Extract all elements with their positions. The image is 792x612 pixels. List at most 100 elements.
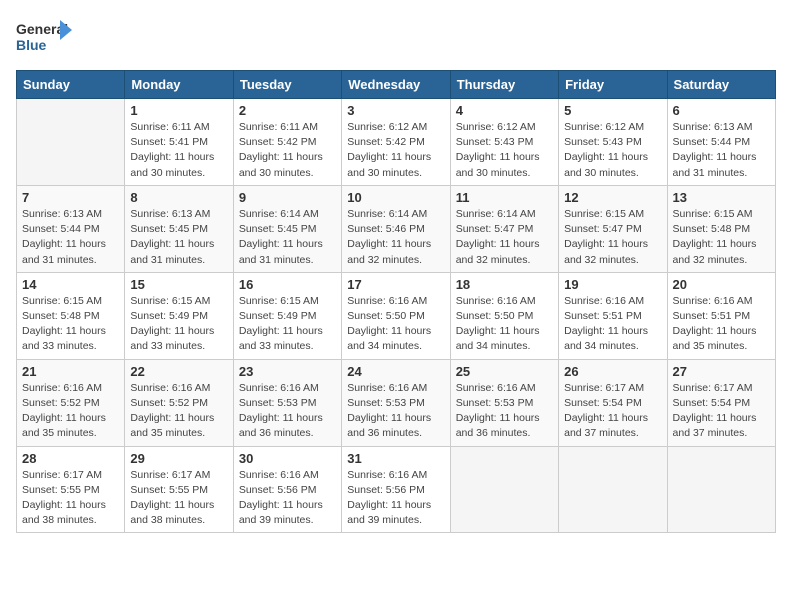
day-cell: 25Sunrise: 6:16 AM Sunset: 5:53 PM Dayli… [450, 359, 558, 446]
day-detail: Sunrise: 6:16 AM Sunset: 5:53 PM Dayligh… [347, 381, 444, 442]
day-detail: Sunrise: 6:13 AM Sunset: 5:44 PM Dayligh… [673, 120, 770, 181]
day-number: 9 [239, 190, 336, 205]
week-row-2: 7Sunrise: 6:13 AM Sunset: 5:44 PM Daylig… [17, 185, 776, 272]
day-detail: Sunrise: 6:16 AM Sunset: 5:50 PM Dayligh… [456, 294, 553, 355]
day-detail: Sunrise: 6:17 AM Sunset: 5:54 PM Dayligh… [564, 381, 661, 442]
day-number: 17 [347, 277, 444, 292]
day-detail: Sunrise: 6:14 AM Sunset: 5:47 PM Dayligh… [456, 207, 553, 268]
day-cell [450, 446, 558, 533]
day-detail: Sunrise: 6:14 AM Sunset: 5:46 PM Dayligh… [347, 207, 444, 268]
calendar-table: SundayMondayTuesdayWednesdayThursdayFrid… [16, 70, 776, 533]
col-header-sunday: Sunday [17, 71, 125, 99]
column-headers: SundayMondayTuesdayWednesdayThursdayFrid… [17, 71, 776, 99]
day-number: 31 [347, 451, 444, 466]
week-row-4: 21 Sunrise: 6:16 AM Sunset: 5:52 PM Dayli… [17, 359, 776, 446]
day-cell: 12Sunrise: 6:15 AM Sunset: 5:47 PM Dayli… [559, 185, 667, 272]
day-cell [17, 99, 125, 186]
col-header-wednesday: Wednesday [342, 71, 450, 99]
day-number: 10 [347, 190, 444, 205]
day-number: 22 [130, 364, 227, 379]
day-number: 26 [564, 364, 661, 379]
col-header-friday: Friday [559, 71, 667, 99]
day-detail: Sunrise: 6:16 AM Sunset: 5:53 PM Dayligh… [239, 381, 336, 442]
day-number: 23 [239, 364, 336, 379]
day-detail: Sunrise: 6:17 AM Sunset: 5:54 PM Dayligh… [673, 381, 770, 442]
day-number: 25 [456, 364, 553, 379]
day-number: 2 [239, 103, 336, 118]
svg-text:Blue: Blue [16, 37, 47, 53]
day-number: 29 [130, 451, 227, 466]
day-detail: Sunrise: 6:17 AM Sunset: 5:55 PM Dayligh… [130, 468, 227, 529]
day-cell: 15 Sunrise: 6:15 AM Sunset: 5:49 PM Dayli… [125, 272, 233, 359]
day-number: 27 [673, 364, 770, 379]
day-cell: 1 Sunrise: 6:11 AM Sunset: 5:41 PM Daylig… [125, 99, 233, 186]
day-cell: 20 Sunrise: 6:16 AM Sunset: 5:51 PM Dayli… [667, 272, 775, 359]
page-header: GeneralBlue [16, 16, 776, 58]
day-cell: 10 Sunrise: 6:14 AM Sunset: 5:46 PM Dayli… [342, 185, 450, 272]
day-cell: 26 Sunrise: 6:17 AM Sunset: 5:54 PM Dayli… [559, 359, 667, 446]
day-number: 30 [239, 451, 336, 466]
day-cell: 9Sunrise: 6:14 AM Sunset: 5:45 PM Daylig… [233, 185, 341, 272]
day-cell [667, 446, 775, 533]
day-detail: Sunrise: 6:16 AM Sunset: 5:51 PM Dayligh… [564, 294, 661, 355]
day-detail: Sunrise: 6:16 AM Sunset: 5:50 PM Dayligh… [347, 294, 444, 355]
day-cell: 6 Sunrise: 6:13 AM Sunset: 5:44 PM Daylig… [667, 99, 775, 186]
week-row-5: 28 Sunrise: 6:17 AM Sunset: 5:55 PM Dayli… [17, 446, 776, 533]
day-detail: Sunrise: 6:15 AM Sunset: 5:48 PM Dayligh… [22, 294, 119, 355]
day-cell: 27 Sunrise: 6:17 AM Sunset: 5:54 PM Dayli… [667, 359, 775, 446]
day-cell: 7Sunrise: 6:13 AM Sunset: 5:44 PM Daylig… [17, 185, 125, 272]
day-number: 20 [673, 277, 770, 292]
day-detail: Sunrise: 6:17 AM Sunset: 5:55 PM Dayligh… [22, 468, 119, 529]
day-cell: 5Sunrise: 6:12 AM Sunset: 5:43 PM Daylig… [559, 99, 667, 186]
day-detail: Sunrise: 6:16 AM Sunset: 5:51 PM Dayligh… [673, 294, 770, 355]
week-row-3: 14 Sunrise: 6:15 AM Sunset: 5:48 PM Dayli… [17, 272, 776, 359]
day-cell: 28 Sunrise: 6:17 AM Sunset: 5:55 PM Dayli… [17, 446, 125, 533]
day-cell: 13 Sunrise: 6:15 AM Sunset: 5:48 PM Dayli… [667, 185, 775, 272]
logo-svg: GeneralBlue [16, 16, 76, 58]
day-number: 18 [456, 277, 553, 292]
day-cell: 24 Sunrise: 6:16 AM Sunset: 5:53 PM Dayli… [342, 359, 450, 446]
day-detail: Sunrise: 6:15 AM Sunset: 5:49 PM Dayligh… [130, 294, 227, 355]
day-cell: 18 Sunrise: 6:16 AM Sunset: 5:50 PM Dayli… [450, 272, 558, 359]
day-number: 4 [456, 103, 553, 118]
day-detail: Sunrise: 6:15 AM Sunset: 5:49 PM Dayligh… [239, 294, 336, 355]
day-number: 6 [673, 103, 770, 118]
day-number: 13 [673, 190, 770, 205]
day-number: 28 [22, 451, 119, 466]
col-header-saturday: Saturday [667, 71, 775, 99]
day-number: 21 [22, 364, 119, 379]
day-detail: Sunrise: 6:12 AM Sunset: 5:42 PM Dayligh… [347, 120, 444, 181]
day-detail: Sunrise: 6:15 AM Sunset: 5:47 PM Dayligh… [564, 207, 661, 268]
day-number: 8 [130, 190, 227, 205]
col-header-tuesday: Tuesday [233, 71, 341, 99]
day-number: 1 [130, 103, 227, 118]
week-row-1: 1 Sunrise: 6:11 AM Sunset: 5:41 PM Daylig… [17, 99, 776, 186]
day-number: 19 [564, 277, 661, 292]
day-cell: 30 Sunrise: 6:16 AM Sunset: 5:56 PM Dayli… [233, 446, 341, 533]
day-detail: Sunrise: 6:11 AM Sunset: 5:41 PM Dayligh… [130, 120, 227, 181]
logo: GeneralBlue [16, 16, 76, 58]
day-cell: 16Sunrise: 6:15 AM Sunset: 5:49 PM Dayli… [233, 272, 341, 359]
day-number: 24 [347, 364, 444, 379]
day-detail: Sunrise: 6:12 AM Sunset: 5:43 PM Dayligh… [456, 120, 553, 181]
day-cell: 14 Sunrise: 6:15 AM Sunset: 5:48 PM Dayli… [17, 272, 125, 359]
day-detail: Sunrise: 6:16 AM Sunset: 5:56 PM Dayligh… [239, 468, 336, 529]
day-detail: Sunrise: 6:16 AM Sunset: 5:52 PM Dayligh… [130, 381, 227, 442]
day-detail: Sunrise: 6:11 AM Sunset: 5:42 PM Dayligh… [239, 120, 336, 181]
day-number: 14 [22, 277, 119, 292]
day-number: 11 [456, 190, 553, 205]
day-number: 15 [130, 277, 227, 292]
day-cell: 17 Sunrise: 6:16 AM Sunset: 5:50 PM Dayli… [342, 272, 450, 359]
day-cell: 21Sunrise: 6:16 AM Sunset: 5:52 PM Dayli… [17, 359, 125, 446]
day-detail: Sunrise: 6:13 AM Sunset: 5:45 PM Dayligh… [130, 207, 227, 268]
day-detail: Sunrise: 6:15 AM Sunset: 5:48 PM Dayligh… [673, 207, 770, 268]
day-cell: 31Sunrise: 6:16 AM Sunset: 5:56 PM Dayli… [342, 446, 450, 533]
day-cell: 22 Sunrise: 6:16 AM Sunset: 5:52 PM Dayli… [125, 359, 233, 446]
day-number: 3 [347, 103, 444, 118]
day-cell [559, 446, 667, 533]
day-number: 5 [564, 103, 661, 118]
day-number: 7 [22, 190, 119, 205]
day-cell: 23 Sunrise: 6:16 AM Sunset: 5:53 PM Dayli… [233, 359, 341, 446]
day-cell: 2 Sunrise: 6:11 AM Sunset: 5:42 PM Daylig… [233, 99, 341, 186]
col-header-thursday: Thursday [450, 71, 558, 99]
